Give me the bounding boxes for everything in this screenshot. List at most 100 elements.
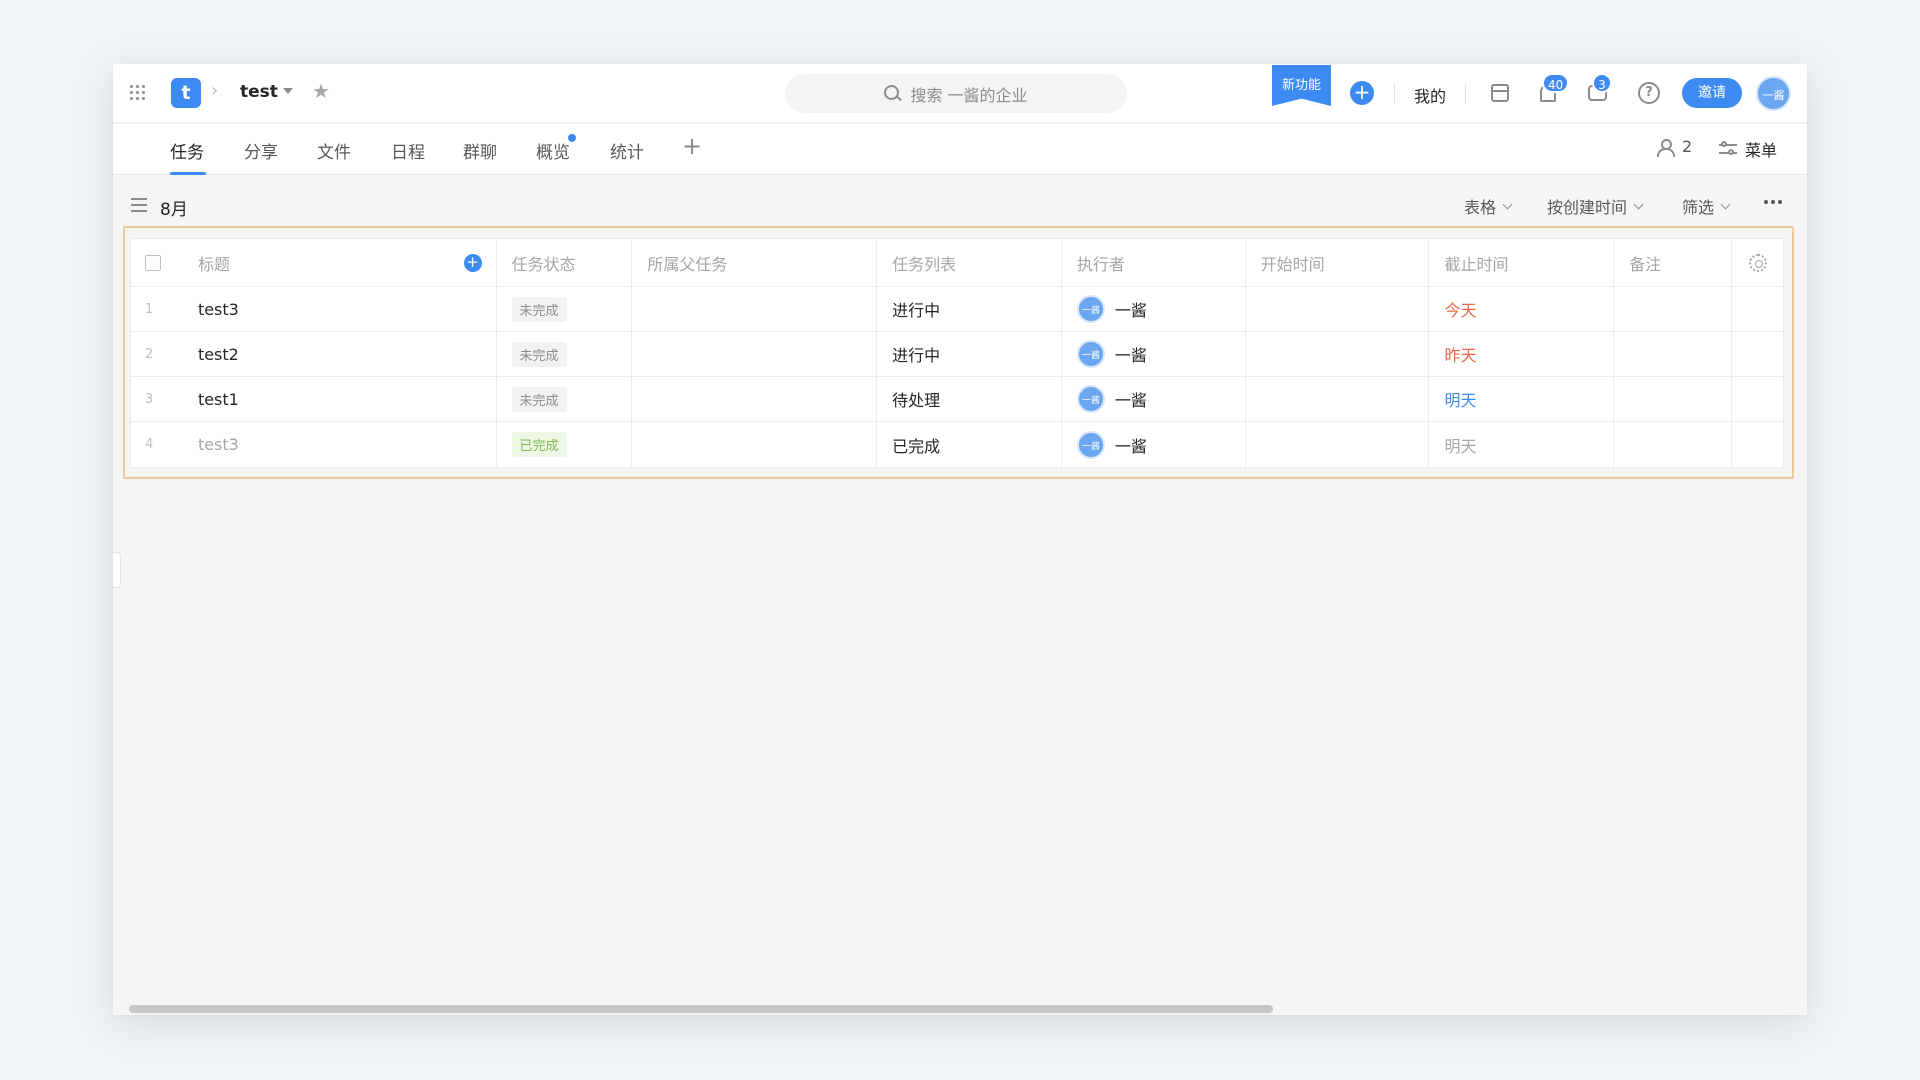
table-row[interactable]: 4 test3 已完成 已完成 一酱 一酱 明天 (131, 422, 1783, 467)
due-date-cell[interactable]: 明天 (1429, 422, 1615, 467)
members-button[interactable]: 2 (1656, 137, 1693, 157)
help-icon[interactable]: ? (1638, 82, 1660, 104)
user-icon (1656, 138, 1675, 157)
due-date-cell[interactable]: 明天 (1429, 377, 1615, 421)
filter-button[interactable]: 筛选 (1682, 194, 1731, 218)
chevron-right-icon: › (211, 80, 219, 101)
row-end-cell (1732, 422, 1783, 467)
status-cell[interactable]: 未完成 (497, 377, 633, 421)
divider (1394, 84, 1395, 104)
task-list-cell[interactable]: 进行中 (877, 287, 1062, 331)
tab-schedule[interactable]: 日程 (391, 138, 425, 163)
column-header[interactable]: 所属父任务 (632, 239, 878, 286)
chevron-down-icon (1502, 199, 1513, 209)
column-header[interactable]: 任务列表 (877, 239, 1062, 286)
start-time-cell[interactable] (1246, 422, 1430, 467)
tab-statistics[interactable]: 统计 (610, 138, 644, 163)
row-index: 2 (145, 346, 154, 362)
tab-share[interactable]: 分享 (244, 138, 278, 163)
assignee-name: 一酱 (1114, 301, 1147, 320)
view-label: 表格 (1464, 198, 1497, 217)
hamburger-icon[interactable] (131, 198, 147, 212)
table-row[interactable]: 3 test1 未完成 待处理 一酱 一酱 明天 (131, 377, 1783, 422)
start-time-cell[interactable] (1246, 377, 1430, 421)
column-header: 标题 (197, 254, 230, 274)
column-header[interactable]: 开始时间 (1246, 239, 1430, 286)
parent-task-cell[interactable] (632, 377, 878, 421)
table-header: 标题 + 任务状态 所属父任务 任务列表 执行者 开始时间 截止时间 备注 (131, 239, 1783, 287)
add-task-icon[interactable]: + (463, 254, 482, 272)
create-plus-icon[interactable]: + (1350, 81, 1374, 105)
tab-overview[interactable]: 概览 (536, 138, 570, 163)
assignee-cell[interactable]: 一酱 一酱 (1062, 287, 1246, 331)
avatar: 一酱 (1076, 385, 1105, 413)
task-list-cell[interactable]: 待处理 (877, 377, 1062, 421)
caret-down-icon[interactable] (283, 88, 293, 94)
task-title[interactable]: test3 (191, 422, 497, 467)
tab-tasks[interactable]: 任务 (170, 138, 204, 163)
gear-icon[interactable] (1748, 253, 1767, 272)
note-cell[interactable] (1614, 422, 1733, 467)
apps-grid-icon[interactable] (130, 85, 146, 101)
task-list-cell[interactable]: 进行中 (877, 332, 1062, 376)
header-title[interactable]: 标题 + (191, 239, 497, 286)
column-header[interactable]: 截止时间 (1429, 239, 1615, 286)
mine-link[interactable]: 我的 (1414, 83, 1446, 107)
parent-task-cell[interactable] (632, 332, 878, 376)
avatar: 一酱 (1076, 430, 1105, 459)
chevron-down-icon (1720, 199, 1731, 209)
row-end-cell (1732, 332, 1783, 376)
due-date-cell[interactable]: 今天 (1429, 287, 1615, 331)
table-row[interactable]: 2 test2 未完成 进行中 一酱 一酱 昨天 (131, 332, 1783, 377)
new-dot-indicator (568, 134, 576, 142)
new-feature-ribbon[interactable]: 新功能 (1272, 65, 1331, 106)
task-list-cell[interactable]: 已完成 (877, 422, 1062, 467)
assignee-cell[interactable]: 一酱 一酱 (1062, 332, 1246, 376)
status-cell[interactable]: 未完成 (497, 332, 633, 376)
select-all-checkbox[interactable] (145, 254, 161, 271)
start-time-cell[interactable] (1246, 287, 1430, 331)
status-cell[interactable]: 已完成 (497, 422, 633, 467)
assignee-cell[interactable]: 一酱 一酱 (1062, 422, 1246, 467)
horizontal-scrollbar[interactable] (129, 1005, 1273, 1013)
column-header[interactable]: 任务状态 (497, 239, 633, 286)
due-date-cell[interactable]: 昨天 (1429, 332, 1615, 376)
tab-group-chat[interactable]: 群聊 (463, 138, 497, 163)
more-icon[interactable] (1764, 200, 1782, 204)
status-cell[interactable]: 未完成 (497, 287, 633, 331)
parent-task-cell[interactable] (632, 287, 878, 331)
star-icon[interactable]: ★ (312, 79, 330, 103)
task-title[interactable]: test1 (191, 377, 497, 421)
task-list-title: 8月 (160, 200, 188, 220)
add-tab-icon[interactable]: + (682, 132, 702, 160)
column-header[interactable]: 执行者 (1062, 239, 1246, 286)
tab-files[interactable]: 文件 (317, 138, 351, 163)
menu-button[interactable]: 菜单 (1719, 137, 1777, 161)
project-name[interactable]: test (240, 82, 278, 102)
select-all-cell (131, 239, 191, 286)
user-avatar[interactable]: 一酱 (1756, 76, 1791, 111)
invite-button[interactable]: 邀请 (1682, 78, 1742, 108)
messages-badge: 3 (1592, 73, 1612, 93)
task-title[interactable]: test2 (191, 332, 497, 376)
sort-label: 按创建时间 (1547, 198, 1628, 217)
table-row[interactable]: 1 test3 未完成 进行中 一酱 一酱 今天 (131, 287, 1783, 332)
sidebar-collapse-handle[interactable] (113, 552, 121, 588)
notifications-badge: 40 (1542, 73, 1570, 93)
column-header[interactable]: 备注 (1614, 239, 1733, 286)
parent-task-cell[interactable] (632, 422, 878, 467)
members-count: 2 (1682, 137, 1693, 156)
assignee-cell[interactable]: 一酱 一酱 (1062, 377, 1246, 421)
start-time-cell[interactable] (1246, 332, 1430, 376)
sort-button[interactable]: 按创建时间 (1547, 194, 1644, 218)
note-cell[interactable] (1614, 377, 1733, 421)
calendar-icon[interactable] (1491, 84, 1509, 102)
project-logo[interactable]: t (171, 78, 201, 108)
note-cell[interactable] (1614, 287, 1733, 331)
search-bar[interactable]: 搜索 一酱的企业 (785, 74, 1127, 113)
assignee-name: 一酱 (1114, 391, 1147, 410)
note-cell[interactable] (1614, 332, 1733, 376)
view-switch-button[interactable]: 表格 (1464, 194, 1513, 218)
task-title[interactable]: test3 (191, 287, 497, 331)
assignee-name: 一酱 (1114, 346, 1147, 365)
